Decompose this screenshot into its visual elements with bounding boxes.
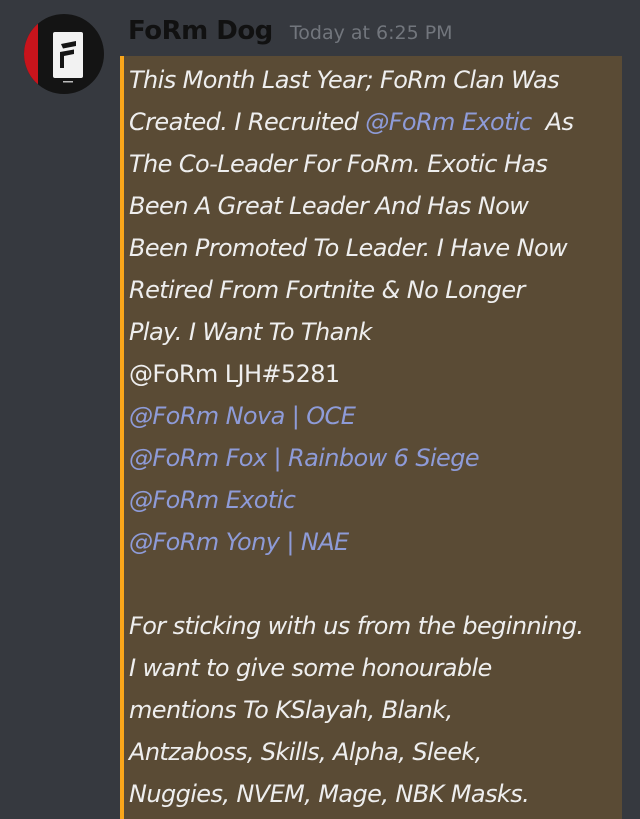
message-text: As (531, 108, 574, 136)
message-line: Been A Great Leader And Has Now (129, 192, 529, 220)
user-mention[interactable]: @FoRm Fox | Rainbow 6 Siege (129, 437, 622, 479)
message-text: Created. I Recruited (129, 108, 366, 136)
message-line: Nuggies, NVEM, Mage, NBK Masks. (129, 780, 530, 808)
username[interactable]: FoRm Dog (128, 16, 273, 46)
message-line: Antzaboss, Skills, Alpha, Sleek, (129, 738, 482, 766)
message-line: Retired From Fortnite & No Longer (129, 276, 525, 304)
user-mention[interactable]: @FoRm Yony | NAE (129, 521, 622, 563)
timestamp: Today at 6:25 PM (289, 22, 453, 44)
user-mention[interactable]: @FoRm Exotic (365, 108, 532, 136)
message-line: This Month Last Year; FoRm Clan Was (129, 66, 560, 94)
user-mention[interactable]: @FoRm Exotic (129, 479, 622, 521)
message-line: Play. I Want To Thank (129, 318, 372, 346)
message-line: mentions To KSlayah, Blank, (129, 696, 453, 724)
avatar[interactable] (24, 14, 104, 94)
message-line: For sticking with us from the beginning. (129, 612, 584, 640)
message-line: The Co-Leader For FoRm. Exotic Has (129, 150, 548, 178)
chat-message: FoRm Dog Today at 6:25 PM This Month Las… (0, 0, 640, 819)
plain-user-tag: @FoRm LJH#5281 (129, 360, 340, 388)
message-line: Been Promoted To Leader. I Have Now (129, 234, 568, 262)
highlighted-message-content: This Month Last Year; FoRm Clan Was Crea… (120, 56, 622, 819)
message-header: FoRm Dog Today at 6:25 PM (128, 16, 453, 46)
message-line: I want to give some honourable (129, 654, 492, 682)
user-mention[interactable]: @FoRm Nova | OCE (129, 395, 622, 437)
form-logo-icon (60, 41, 76, 83)
message-line: Created. I Recruited @FoRm Exotic As (129, 101, 622, 143)
